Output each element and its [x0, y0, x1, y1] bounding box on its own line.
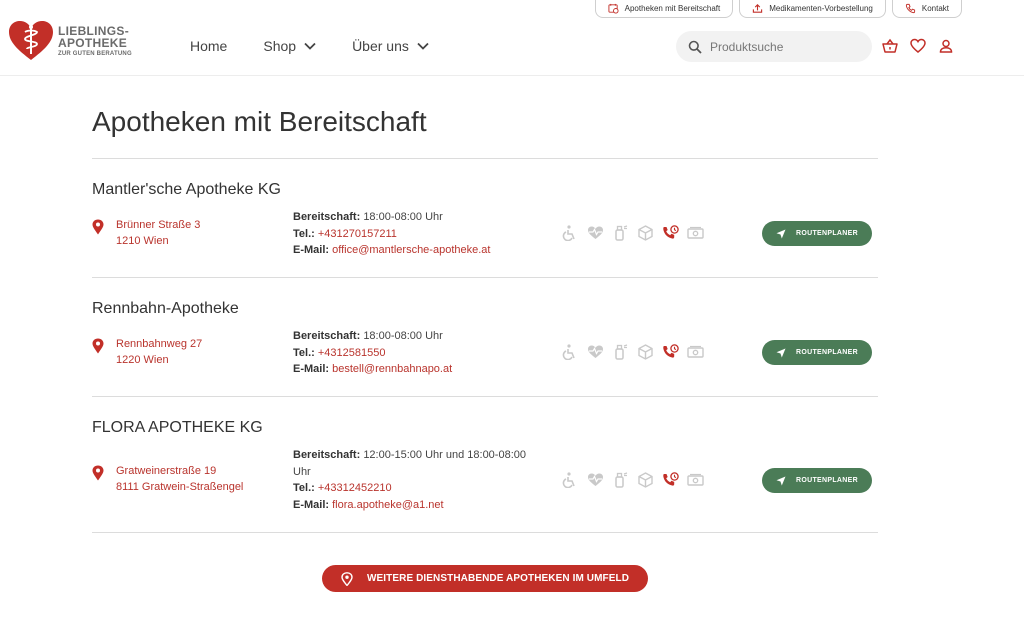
nav-home[interactable]: Home [190, 38, 227, 54]
tel-label: Tel.: [293, 346, 315, 359]
navigation-arrow-icon [776, 476, 786, 485]
route-planner-label: ROUTENPLANER [796, 349, 858, 356]
pharmacy-street: Gratweinerstraße 19 [116, 465, 217, 477]
logo-tagline: ZUR GUTEN BERATUNG [58, 51, 132, 57]
route-planner-button[interactable]: ROUTENPLANER [762, 468, 872, 493]
pharmacy-address[interactable]: Gratweinerstraße 19 8111 Gratwein-Straße… [92, 463, 243, 495]
navigation-arrow-icon [776, 348, 786, 357]
map-pin-icon [341, 571, 353, 586]
heart-pulse-icon [588, 345, 603, 358]
header-actions [882, 38, 954, 54]
package-icon [638, 225, 653, 241]
hours-label: Bereitschaft: [293, 449, 361, 461]
map-pin-icon [92, 219, 104, 235]
pharmacy-email-link[interactable]: bestell@rennbahnapo.at [332, 363, 452, 375]
divider [92, 158, 878, 159]
map-pin-icon [92, 338, 104, 354]
search-icon [688, 40, 702, 54]
chevron-down-icon [417, 42, 429, 50]
pharmacy-hours: 18:00-08:00 Uhr [363, 211, 443, 223]
cash-payment-icon [687, 345, 704, 358]
cash-payment-icon [687, 473, 704, 486]
pharmacy-phone-link[interactable]: +431270157211 [318, 228, 397, 240]
logo-text: LIEBLINGS- APOTHEKE ZUR GUTEN BERATUNG [58, 25, 132, 57]
logo-line-2: APOTHEKE [58, 36, 128, 50]
pharmacy-name: Mantler'sche Apotheke KG [92, 181, 281, 198]
product-search[interactable] [676, 31, 872, 62]
phone-clock-icon [663, 472, 679, 486]
wheelchair-icon [562, 472, 575, 488]
navigation-arrow-icon [776, 229, 786, 238]
email-label: E-Mail: [293, 363, 330, 375]
more-pharmacies-button[interactable]: WEITERE DIENSTHABENDE APOTHEKEN IM UMFEL… [322, 565, 648, 592]
email-label: E-Mail: [293, 244, 330, 256]
wheelchair-icon [562, 344, 575, 360]
divider [92, 532, 878, 533]
heart-icon[interactable] [910, 38, 926, 54]
pharmacy-email-link[interactable]: office@mantlersche-apotheke.at [332, 244, 490, 256]
pharmacy-info: Bereitschaft: 18:00-08:00 Uhr Tel.: +431… [293, 209, 543, 259]
wheelchair-icon [562, 225, 575, 241]
route-planner-button[interactable]: ROUTENPLANER [762, 221, 872, 246]
package-icon [638, 472, 653, 488]
pharmacy-hours: 18:00-08:00 Uhr [363, 330, 443, 342]
page-title: Apotheken mit Bereitschaft [92, 106, 427, 137]
pharmacy-name: Rennbahn-Apotheke [92, 300, 239, 317]
chevron-down-icon [304, 42, 316, 50]
more-pharmacies-label: WEITERE DIENSTHABENDE APOTHEKEN IM UMFEL… [366, 573, 630, 584]
search-input[interactable] [710, 39, 860, 54]
pharmacy-street: Rennbahnweg 27 [116, 338, 203, 350]
phone-clock-icon [663, 225, 679, 239]
pharmacy-service-icons [562, 472, 704, 488]
pharmacy-name: FLORA APOTHEKE KG [92, 419, 263, 436]
cash-payment-icon [687, 226, 704, 239]
pharmacy-card: FLORA APOTHEKE KG Gratweinerstraße 19 81… [92, 419, 878, 511]
tel-label: Tel.: [293, 227, 315, 240]
nav-about[interactable]: Über uns [352, 38, 429, 54]
pharmacy-phone-link[interactable]: +43312452210 [318, 482, 392, 494]
site-header: LIEBLINGS- APOTHEKE ZUR GUTEN BERATUNG H… [0, 0, 1024, 76]
divider [92, 396, 878, 397]
package-icon [638, 344, 653, 360]
pharmacy-email-link[interactable]: flora.apotheke@a1.net [332, 499, 443, 511]
route-planner-label: ROUTENPLANER [796, 477, 858, 484]
user-icon[interactable] [938, 38, 954, 54]
heart-caduceus-logo-icon [9, 21, 53, 60]
pharmacy-card: Mantler'sche Apotheke KG Brünner Straße … [92, 181, 878, 256]
phone-clock-icon [663, 344, 679, 358]
pharmacy-card: Rennbahn-Apotheke Rennbahnweg 27 1220 Wi… [92, 300, 878, 375]
nav-home-label: Home [190, 38, 228, 54]
heart-pulse-icon [588, 226, 603, 239]
main-nav: Home Shop Über uns [190, 38, 429, 54]
heart-pulse-icon [588, 473, 603, 486]
pharmacy-address[interactable]: Rennbahnweg 27 1220 Wien [92, 336, 202, 368]
spray-bottle-icon [615, 225, 628, 241]
route-planner-label: ROUTENPLANER [796, 230, 858, 237]
pharmacy-phone-link[interactable]: +4312581550 [318, 347, 386, 359]
nav-shop-label: Shop [263, 38, 297, 54]
nav-about-label: Über uns [352, 38, 409, 54]
email-label: E-Mail: [293, 498, 330, 511]
pharmacy-service-icons [562, 344, 704, 360]
hours-label: Bereitschaft: [293, 330, 361, 342]
route-planner-button[interactable]: ROUTENPLANER [762, 340, 872, 365]
pharmacy-info: Bereitschaft: 18:00-08:00 Uhr Tel.: +431… [293, 328, 543, 378]
spray-bottle-icon [615, 344, 628, 360]
pharmacy-address[interactable]: Brünner Straße 3 1210 Wien [92, 217, 200, 249]
basket-icon[interactable] [882, 38, 898, 54]
pharmacy-city: 1210 Wien [116, 235, 169, 247]
divider [92, 277, 878, 278]
tel-label: Tel.: [293, 482, 315, 494]
pharmacy-info: Bereitschaft: 12:00-15:00 Uhr und 18:00-… [293, 447, 543, 513]
spray-bottle-icon [615, 472, 628, 488]
pharmacy-service-icons [562, 225, 704, 241]
pharmacy-city: 1220 Wien [116, 354, 169, 366]
pharmacy-street: Brünner Straße 3 [116, 219, 201, 231]
map-pin-icon [92, 465, 104, 481]
pharmacy-city: 8111 Gratwein-Straßengel [116, 481, 244, 493]
logo[interactable]: LIEBLINGS- APOTHEKE ZUR GUTEN BERATUNG [8, 20, 132, 62]
nav-shop[interactable]: Shop [263, 38, 316, 54]
hours-label: Bereitschaft: [293, 211, 361, 223]
